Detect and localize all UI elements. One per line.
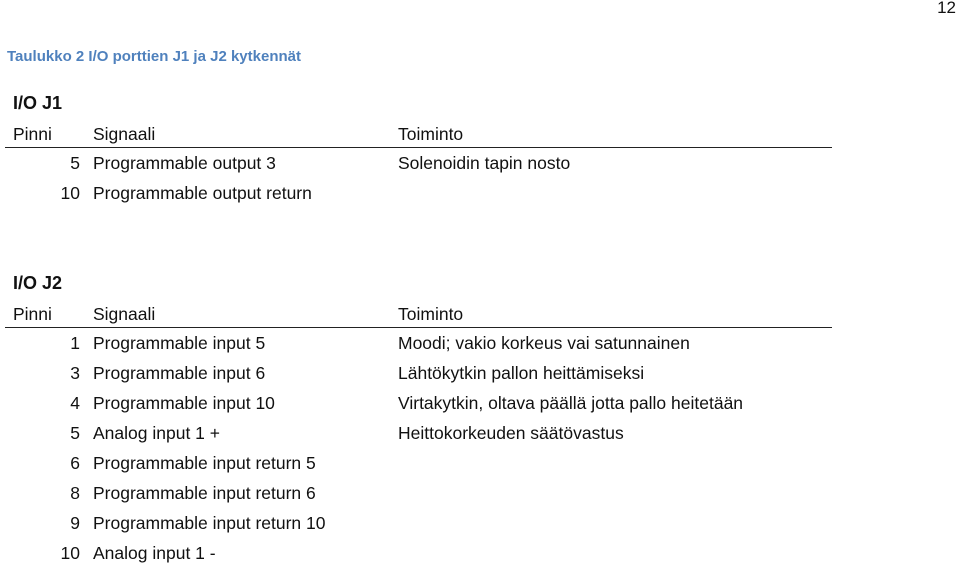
table-header: Pinni Signaali Toiminto xyxy=(5,119,832,148)
signal-cell: Programmable input return 10 xyxy=(93,512,326,533)
pin-cell: 5 xyxy=(70,422,80,443)
function-cell: Heittokorkeuden säätövastus xyxy=(398,422,624,443)
function-cell: Solenoidin tapin nosto xyxy=(398,152,571,173)
signal-cell: Programmable input return 5 xyxy=(93,452,316,473)
io-j2-table: I/O J2 Pinni Signaali Toiminto 1 Programm… xyxy=(5,273,832,568)
pin-cell: 5 xyxy=(70,152,80,173)
table-row: 10 Analog input 1 - xyxy=(5,538,832,568)
signal-cell: Programmable output return xyxy=(93,182,312,203)
table-row: 3 Programmable input 6 Lähtökytkin pallon … xyxy=(5,358,832,388)
pin-cell: 8 xyxy=(70,482,80,503)
header-function: Toiminto xyxy=(398,304,464,324)
table-row: 5 Analog input 1 + Heittokorkeuden säätöva… xyxy=(5,418,832,448)
pin-cell: 10 xyxy=(60,182,80,203)
pin-cell: 10 xyxy=(60,542,80,563)
io-j1-table: I/O J1 Pinni Signaali Toiminto 5 Programm… xyxy=(5,93,832,208)
function-cell: Lähtökytkin pallon heittämiseksi xyxy=(398,362,645,383)
pin-cell: 3 xyxy=(70,362,80,383)
table-row: 10 Programmable output return xyxy=(5,178,832,208)
header-function: Toiminto xyxy=(398,124,464,144)
table-header: Pinni Signaali Toiminto xyxy=(5,299,832,328)
section-title: I/O J2 xyxy=(13,273,63,293)
signal-cell: Programmable output 3 xyxy=(93,152,276,173)
signal-cell: Programmable input return 6 xyxy=(93,482,316,503)
table-row: 8 Programmable input return 6 xyxy=(5,478,832,508)
table-row: 5 Programmable output 3 Solenoidin tapin n… xyxy=(5,148,832,178)
header-signal: Signaali xyxy=(93,124,156,144)
signal-cell: Programmable input 6 xyxy=(93,362,266,383)
table-row: 6 Programmable input return 5 xyxy=(5,448,832,478)
page-number: 12 xyxy=(937,0,956,17)
header-signal: Signaali xyxy=(93,304,156,324)
header-pin: Pinni xyxy=(13,304,52,324)
signal-cell: Analog input 1 + xyxy=(93,422,220,443)
table-caption: Taulukko 2 I/O porttien J1 ja J2 kytkenn… xyxy=(7,48,301,65)
header-pin: Pinni xyxy=(13,124,52,144)
table-row: 4 Programmable input 10 Virtakytkin, oltav… xyxy=(5,388,832,418)
pin-cell: 1 xyxy=(70,332,80,353)
pin-cell: 6 xyxy=(70,452,80,473)
section-title: I/O J1 xyxy=(13,93,63,113)
table-row: 1 Programmable input 5 Moodi; vakio korkeu… xyxy=(5,328,832,358)
signal-cell: Programmable input 5 xyxy=(93,332,266,353)
function-cell: Moodi; vakio korkeus vai satunnainen xyxy=(398,332,690,353)
signal-cell: Analog input 1 - xyxy=(93,542,216,563)
pin-cell: 4 xyxy=(70,392,80,413)
pin-cell: 9 xyxy=(70,512,80,533)
function-cell: Virtakytkin, oltava päällä jotta pallo h… xyxy=(398,392,744,413)
signal-cell: Programmable input 10 xyxy=(93,392,275,413)
table-row: 9 Programmable input return 10 xyxy=(5,508,832,538)
